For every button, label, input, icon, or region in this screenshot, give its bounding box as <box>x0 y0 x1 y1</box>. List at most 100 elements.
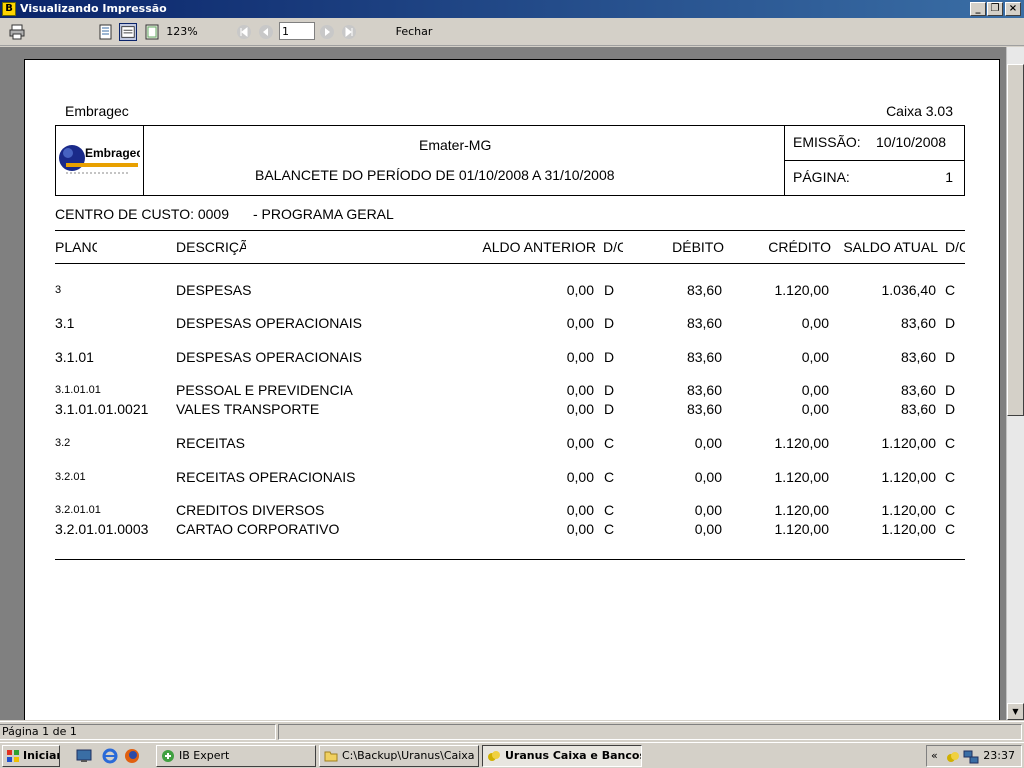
report-viewport[interactable]: Embragec Caixa 3.03 Embragec Emater-MG B… <box>0 47 1006 720</box>
cell-dc2: C <box>945 502 956 518</box>
report-page: Embragec Caixa 3.03 Embragec Emater-MG B… <box>24 59 1000 720</box>
task-uranus-caixa[interactable]: Uranus Caixa e Bancos <box>482 745 642 767</box>
cell-descricao: VALES TRANSPORTE <box>176 401 320 417</box>
emission-date: 10/10/2008 <box>876 134 947 150</box>
internet-explorer-icon[interactable] <box>102 748 118 764</box>
uranus-app-icon <box>488 751 500 761</box>
cell-plano: 3 <box>55 284 62 296</box>
cell-dc2: D <box>945 382 956 398</box>
cell-dc2: C <box>945 521 956 537</box>
first-page-icon[interactable] <box>235 23 253 41</box>
emission-label: EMISSÃO: <box>793 134 861 150</box>
scroll-thumb[interactable] <box>1007 64 1024 416</box>
cell-saldo-atual: 83,60 <box>900 382 936 398</box>
cell-descricao: PESSOAL E PREVIDENCIA <box>176 382 353 398</box>
zoom-level[interactable]: 123% <box>166 22 198 42</box>
cell-credito: 0,00 <box>801 315 829 331</box>
cell-credito: 1.120,00 <box>774 502 830 518</box>
cell-descricao: DESPESAS OPERACIONAIS <box>176 349 362 365</box>
cell-plano: 3.2 <box>55 437 71 449</box>
cell-saldo-atual: 83,60 <box>900 349 936 365</box>
cell-saldo-anterior: 0,00 <box>566 469 594 485</box>
organization-name: Emater-MG <box>419 137 492 153</box>
cell-saldo-atual: 1.120,00 <box>881 521 937 537</box>
previous-page-icon[interactable] <box>257 23 275 41</box>
cell-plano: 3.2.01 <box>55 471 86 483</box>
col-saldo-anterior: ALDO ANTERIOR <box>482 239 596 255</box>
uranus-tray-icon[interactable] <box>945 749 961 765</box>
tray-expand-icon[interactable]: « <box>931 746 938 766</box>
cell-dc2: C <box>945 282 956 298</box>
cell-dc1: D <box>604 282 615 298</box>
cell-dc1: C <box>604 502 615 518</box>
col-credito: CRÉDITO <box>768 239 831 255</box>
task-ib-expert[interactable]: IB Expert <box>156 745 316 767</box>
cell-dc2: D <box>945 401 956 417</box>
close-preview-button[interactable]: Fechar <box>392 22 436 42</box>
status-panel <box>278 724 1022 740</box>
column-header-top-rule <box>55 230 965 231</box>
cell-debito: 83,60 <box>686 401 722 417</box>
window-title-bar[interactable]: B Visualizando Impressão _ ❐ × <box>0 0 1024 18</box>
cell-debito: 0,00 <box>694 521 722 537</box>
cell-plano: 3.1.01.01.0021 <box>55 401 149 417</box>
page-number-input[interactable] <box>279 22 315 40</box>
task-folder-caixa[interactable]: C:\Backup\Uranus\Caixa <box>319 745 479 767</box>
cell-saldo-atual: 83,60 <box>900 315 936 331</box>
cell-credito: 0,00 <box>801 401 829 417</box>
cell-descricao: CREDITOS DIVERSOS <box>176 502 325 518</box>
page-info: Página 1 de 1 <box>0 724 276 740</box>
page-number: 1 <box>945 169 953 185</box>
cell-saldo-anterior: 0,00 <box>566 282 594 298</box>
close-window-button[interactable]: × <box>1005 2 1021 16</box>
cell-credito: 0,00 <box>801 349 829 365</box>
folder-icon <box>324 751 338 762</box>
cell-dc2: D <box>945 315 956 331</box>
col-plano: PLANC <box>55 239 97 255</box>
next-page-icon[interactable] <box>318 23 336 41</box>
cell-dc1: D <box>604 349 615 365</box>
window-title: Visualizando Impressão <box>20 2 167 15</box>
minimize-button[interactable]: _ <box>970 2 986 16</box>
cell-debito: 0,00 <box>694 435 722 451</box>
embragec-logo: Embragec <box>59 145 140 174</box>
windows-taskbar: Iniciar IB Expert C:\Backup\Uranus\Caixa… <box>0 742 1024 768</box>
cell-saldo-atual: 1.120,00 <box>881 469 937 485</box>
cell-plano: 3.2.01.01.0003 <box>55 521 149 537</box>
cell-dc1: C <box>604 435 615 451</box>
system-tray: « 23:37 <box>926 745 1022 767</box>
single-page-icon[interactable] <box>97 23 115 41</box>
program-name: - PROGRAMA GERAL <box>253 206 394 222</box>
cell-dc2: D <box>945 349 956 365</box>
last-page-icon[interactable] <box>340 23 358 41</box>
cell-descricao: DESPESAS OPERACIONAIS <box>176 315 362 331</box>
network-icon[interactable] <box>963 749 979 765</box>
printer-icon[interactable] <box>8 23 26 41</box>
restore-button[interactable]: ❐ <box>987 2 1003 16</box>
cell-plano: 3.1 <box>55 315 75 331</box>
page-label: PÁGINA: <box>793 169 850 185</box>
cell-saldo-atual: 83,60 <box>900 401 936 417</box>
firefox-icon[interactable] <box>124 748 140 764</box>
cell-saldo-anterior: 0,00 <box>566 349 594 365</box>
scroll-down-icon[interactable]: ▼ <box>1007 703 1024 720</box>
vertical-scrollbar[interactable]: ▲ ▼ <box>1006 47 1024 720</box>
column-header-bottom-rule <box>55 263 965 264</box>
report-version: Caixa 3.03 <box>886 103 953 119</box>
show-desktop-icon[interactable] <box>76 748 92 764</box>
cell-dc1: D <box>604 315 615 331</box>
cell-debito: 83,60 <box>686 315 722 331</box>
page-width-icon[interactable] <box>119 23 137 41</box>
start-button[interactable]: Iniciar <box>2 745 60 767</box>
cell-credito: 1.120,00 <box>774 469 830 485</box>
cell-plano: 3.1.01 <box>55 349 94 365</box>
status-bar: Página 1 de 1 <box>0 721 1024 741</box>
col-dc1: D/C <box>603 239 623 255</box>
cell-debito: 83,60 <box>686 349 722 365</box>
cell-saldo-anterior: 0,00 <box>566 401 594 417</box>
windows-logo-icon <box>7 750 19 762</box>
cell-saldo-anterior: 0,00 <box>566 502 594 518</box>
whole-page-icon[interactable] <box>143 23 161 41</box>
cell-descricao: RECEITAS OPERACIONAIS <box>176 469 356 485</box>
cell-debito: 83,60 <box>686 282 722 298</box>
